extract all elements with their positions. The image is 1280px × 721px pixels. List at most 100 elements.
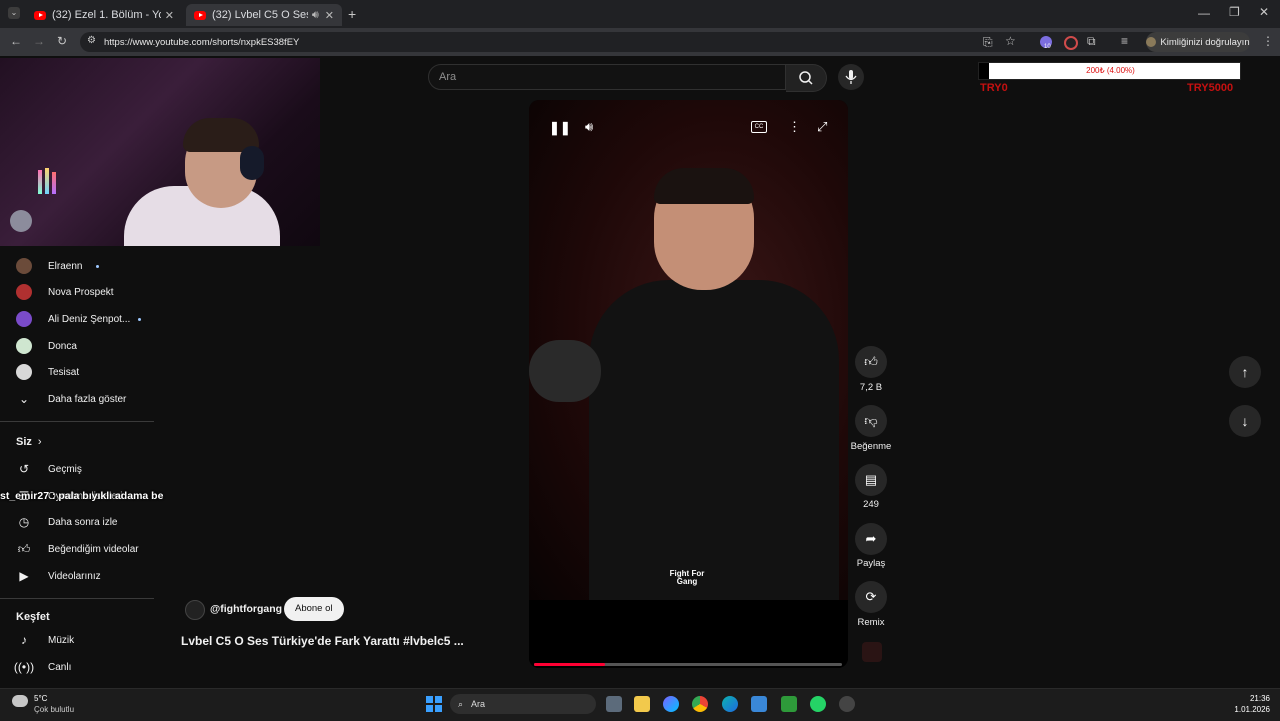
forward-icon[interactable]: → <box>33 34 45 48</box>
chat-overlay-message: st_emir27 : pala bıyıklı adama be <box>0 490 164 502</box>
weather-temperature[interactable]: 5°C <box>34 694 47 703</box>
short-title[interactable]: Lvbel C5 O Ses Türkiye'de Fark Yarattı #… <box>181 634 464 648</box>
chevron-down-icon: ⌄ <box>18 392 30 406</box>
volume-icon[interactable]: 🔊︎ <box>585 119 593 135</box>
chrome-icon[interactable] <box>692 696 708 712</box>
divider <box>0 421 154 422</box>
sidebar-sub-nova-prospekt[interactable]: Nova Prospekt <box>16 279 114 305</box>
xbox-icon[interactable] <box>781 696 797 712</box>
show-more-button[interactable]: ⌄ Daha fazla göster <box>16 386 126 412</box>
avatar <box>16 338 32 354</box>
clock-time[interactable]: 21:36 <box>1240 694 1270 703</box>
like-button[interactable]: 👍︎ <box>855 346 887 378</box>
browser-menu-icon[interactable]: ⋮ <box>1262 34 1274 48</box>
close-tab-icon[interactable]: ✕ <box>165 9 174 22</box>
adblock-extension-icon[interactable] <box>1064 36 1078 50</box>
audio-playing-icon[interactable]: 🔊︎ <box>312 9 319 22</box>
sidebar-item-history[interactable]: ↺ Geçmiş <box>16 456 82 482</box>
weather-description[interactable]: Çok bulutlu <box>34 705 74 714</box>
avatar <box>16 364 32 380</box>
new-content-dot <box>138 317 142 321</box>
channel-name[interactable]: @fightforgang <box>210 603 282 615</box>
whatsapp-icon[interactable] <box>810 696 826 712</box>
webcam-overlay <box>0 58 320 246</box>
new-tab-icon[interactable]: + <box>348 6 356 22</box>
clock-date[interactable]: 1.01.2026 <box>1226 705 1270 714</box>
next-short-button[interactable]: ↓ <box>1229 405 1261 437</box>
minimize-icon[interactable]: — <box>1198 6 1210 20</box>
edge-icon[interactable] <box>722 696 738 712</box>
rgb-light <box>38 170 42 194</box>
share-icon: ➦ <box>865 531 877 546</box>
sidebar-item-liked-videos[interactable]: 👍︎ Beğendiğim videolar <box>16 536 139 562</box>
sidebar-item-your-videos[interactable]: ▶ Videolarınız <box>16 563 100 589</box>
close-window-icon[interactable]: ✕ <box>1259 5 1269 19</box>
comments-button[interactable]: ▤ <box>855 464 887 496</box>
channel-avatar[interactable] <box>185 600 205 620</box>
share-label: Paylaş <box>856 558 886 569</box>
remix-label: Remix <box>857 617 885 628</box>
comment-icon: ▤ <box>864 472 878 487</box>
back-icon[interactable]: ← <box>10 34 22 48</box>
extension-badge: 10 <box>1044 44 1051 50</box>
new-content-dot <box>96 264 100 268</box>
taskbar-search[interactable]: ⌕ Ara <box>450 694 596 714</box>
file-explorer-icon[interactable] <box>634 696 650 712</box>
sidebar-item-watch-later[interactable]: ◷ Daha sonra izle <box>16 509 118 535</box>
youtube-favicon-icon <box>34 10 46 20</box>
store-icon[interactable] <box>751 696 767 712</box>
remix-button[interactable]: ⟳ <box>855 581 887 613</box>
tab-lvbel[interactable]: (32) Lvbel C5 O Ses Türkiye 🔊︎ ✕ <box>186 4 342 26</box>
voice-search-button[interactable] <box>838 64 864 90</box>
person-shirt <box>589 280 839 600</box>
settings-icon[interactable] <box>839 696 855 712</box>
video-bottom <box>529 600 848 668</box>
video-progress-fill <box>534 663 605 666</box>
sidebar-item-live[interactable]: ((•)) Canlı <box>14 654 71 680</box>
rgb-light <box>52 172 56 194</box>
sidebar-sub-tesisat[interactable]: Tesisat <box>16 359 79 385</box>
weather-cloud-icon[interactable] <box>12 695 28 707</box>
sidebar-sub-donca[interactable]: Donca <box>16 333 77 359</box>
donation-progress-bar: 200₺ (4.00%) <box>978 62 1241 80</box>
remix-icon: ⟳ <box>865 589 877 604</box>
pause-icon[interactable]: ❚❚ <box>549 120 571 136</box>
sound-source-thumbnail[interactable] <box>862 642 882 662</box>
microphone-device <box>10 210 32 232</box>
search-button[interactable] <box>786 64 827 92</box>
short-video-player[interactable]: Fight For Gang ❚❚ 🔊︎ CC ⋮ ⤢ <box>529 100 848 668</box>
task-view-icon[interactable] <box>606 696 622 712</box>
reading-list-icon[interactable]: ≡ <box>1121 34 1128 48</box>
explore-section-header: Keşfet <box>16 611 50 623</box>
windows-start-icon[interactable] <box>426 696 442 712</box>
dislike-button[interactable]: 👎︎ <box>855 405 887 437</box>
extensions-puzzle-icon[interactable]: ⧉ <box>1087 34 1096 49</box>
fullscreen-icon[interactable]: ⤢ <box>817 119 827 135</box>
close-tab-icon[interactable]: ✕ <box>325 9 334 22</box>
thumbs-up-icon: 👍︎ <box>17 541 31 556</box>
previous-short-button[interactable]: ↑ <box>1229 356 1261 388</box>
sidebar-sub-ali-deniz[interactable]: Ali Deniz Şenpot... <box>16 306 142 332</box>
maximize-icon[interactable]: ❐ <box>1229 5 1240 19</box>
dislike-label: Beğenme <box>850 441 892 452</box>
more-options-icon[interactable]: ⋮ <box>788 119 801 135</box>
video-watermark: Fight For Gang <box>669 569 705 586</box>
url-text[interactable]: https://www.youtube.com/shorts/nxpkES38f… <box>104 37 299 48</box>
captions-icon[interactable]: CC <box>751 121 767 133</box>
reload-icon[interactable]: ↻ <box>57 34 67 48</box>
share-button[interactable]: ➦ <box>855 523 887 555</box>
copilot-icon[interactable] <box>663 696 679 712</box>
bookmark-star-icon[interactable]: ☆ <box>1005 34 1016 48</box>
subscribe-button[interactable]: Abone ol <box>284 597 344 621</box>
tab-search-icon[interactable]: ⌄ <box>8 7 20 19</box>
install-app-icon[interactable]: ⎘ <box>983 35 993 50</box>
headset <box>240 146 264 180</box>
verify-identity-button[interactable]: Kimliğinizi doğrulayın <box>1146 32 1250 52</box>
you-section-header[interactable]: Siz › <box>16 436 42 448</box>
tab-ezel[interactable]: (32) Ezel 1. Bölüm - YouTube ✕ <box>26 4 182 26</box>
sidebar-item-music[interactable]: ♪ Müzik <box>16 627 74 653</box>
search-input[interactable]: Ara <box>428 64 786 90</box>
sidebar-sub-elraenn[interactable]: Elraenn <box>16 253 100 279</box>
site-info-icon[interactable]: ⚙ <box>87 35 96 46</box>
video-progress-track[interactable] <box>534 663 842 666</box>
